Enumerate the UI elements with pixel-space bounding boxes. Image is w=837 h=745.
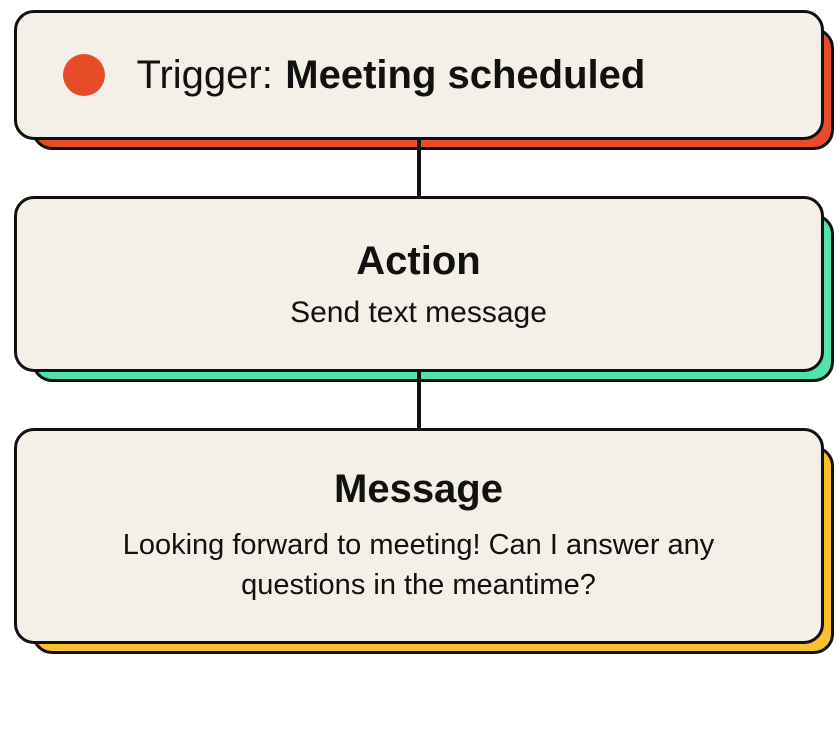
trigger-value: Meeting scheduled xyxy=(285,53,645,97)
connector-line xyxy=(417,372,421,428)
message-title: Message xyxy=(334,467,503,512)
action-title: Action xyxy=(356,239,480,284)
action-card: Action Send text message xyxy=(14,196,824,372)
workflow-diagram: Trigger: Meeting scheduled Action Send t… xyxy=(0,0,837,745)
trigger-card: Trigger: Meeting scheduled xyxy=(14,10,824,140)
message-body: Looking forward to meeting! Can I answer… xyxy=(77,526,761,604)
trigger-dot-icon xyxy=(63,54,105,96)
connector-line xyxy=(417,140,421,196)
trigger-node: Trigger: Meeting scheduled xyxy=(14,10,824,140)
action-node: Action Send text message xyxy=(14,196,824,372)
message-node: Message Looking forward to meeting! Can … xyxy=(14,428,824,644)
trigger-label: Trigger: xyxy=(137,53,273,97)
trigger-text-group: Trigger: Meeting scheduled xyxy=(137,53,646,98)
message-card: Message Looking forward to meeting! Can … xyxy=(14,428,824,644)
action-subtitle: Send text message xyxy=(290,296,547,330)
